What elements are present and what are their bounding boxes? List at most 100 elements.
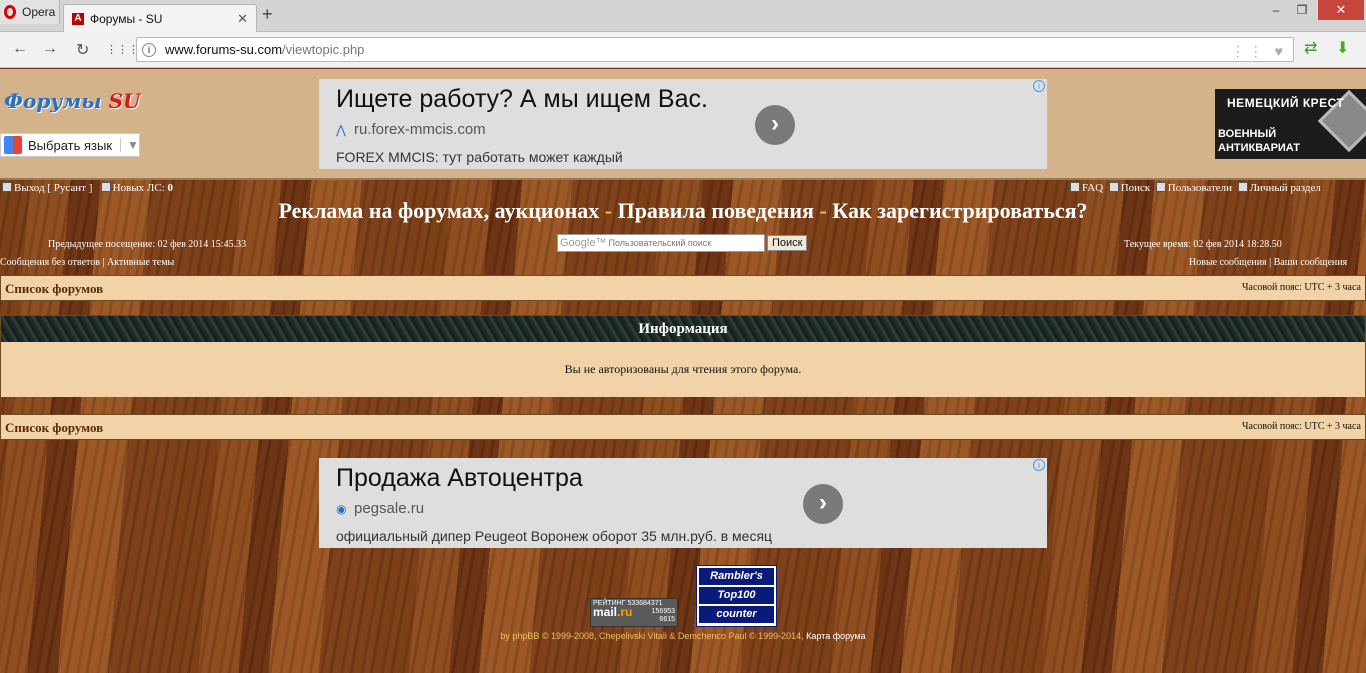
speed-dial-icon[interactable]: ⋮⋮⋮ (106, 43, 139, 56)
logo-text: Форумы (4, 89, 102, 113)
link-separator: | (1266, 257, 1274, 268)
active-topics-link[interactable]: Активные темы (107, 257, 174, 268)
opera-logo-icon (4, 5, 16, 19)
behavior-rules-link[interactable]: Правила поведения (618, 198, 814, 223)
new-pm-count: 0 (167, 182, 174, 194)
banner-iron-cross[interactable]: НЕМЕЦКИЙ КРЕСТ ВОЕННЫЙ АНТИКВАРИАТ (1215, 89, 1366, 159)
forum-title-bar: Реклама на форумах, аукционах - Правила … (0, 198, 1366, 224)
opera-menu-button[interactable]: Opera (0, 0, 60, 24)
site-header: Форумы SU Выбрать язык ▼ Ищете работу? А… (0, 69, 1366, 180)
forum-page: Форумы SU Выбрать язык ▼ Ищете работу? А… (0, 69, 1366, 673)
banner-line1: НЕМЕЦКИЙ КРЕСТ (1227, 96, 1345, 110)
forum-index-link[interactable]: Список форумов (5, 281, 103, 297)
translate-extension-icon[interactable]: ⇄ (1304, 38, 1324, 60)
ad-url-text: ru.forex-mmcis.com (354, 121, 486, 138)
post-links: Новые сообщения | Ваши сообщения (1189, 257, 1347, 268)
translate-language-button[interactable]: Выбрать язык ▼ (0, 133, 140, 157)
custom-search: Google™ Пользовательский поиск Поиск (557, 234, 808, 252)
mail-numbers: 156953 6615 (652, 608, 675, 624)
chevron-down-icon: ▼ (120, 138, 139, 152)
globe-icon: ◉ (336, 502, 347, 516)
new-posts-link[interactable]: Новые сообщения (1189, 257, 1267, 268)
opera-menu-label: Opera (22, 5, 56, 19)
site-info-icon[interactable]: i (142, 43, 156, 57)
rambler-line1: Rambler's (699, 568, 774, 585)
maximize-button[interactable]: ❐ (1290, 0, 1314, 20)
tab-title: Форумы - SU (90, 11, 163, 26)
forum-index-link[interactable]: Список форумов (5, 420, 103, 436)
search-button[interactable]: Поиск (767, 235, 808, 251)
ad-info-icon[interactable]: i (1033, 459, 1045, 471)
search-icon (1108, 182, 1119, 192)
google-logo: Google™ (560, 237, 607, 249)
user-links: Выход [ Русант ] Новых ЛС: 0 (2, 182, 173, 194)
site-favicon-icon: А (72, 12, 84, 25)
personal-link[interactable]: Личный раздел (1250, 182, 1321, 194)
close-window-button[interactable]: ✕ (1318, 0, 1364, 20)
browser-tab[interactable]: А Форумы - SU ✕ (63, 4, 257, 32)
info-heading: Информация (1, 316, 1365, 342)
mailru-counter[interactable]: РЕЙТИНГ 533684371 mail.ru 156953 6615 (590, 598, 678, 627)
search-link[interactable]: Поиск (1121, 182, 1151, 194)
ad-arrow-icon[interactable]: › (755, 105, 795, 145)
ads-rules-link[interactable]: Реклама на форумах, аукционах (279, 198, 600, 223)
search-input[interactable]: Google™ Пользовательский поиск (557, 234, 765, 252)
logo-su: SU (108, 89, 141, 113)
ad-url[interactable]: ⋀ ru.forex-mmcis.com (336, 121, 486, 138)
info-message: Вы не авторизованы для чтения этого фору… (1, 342, 1365, 397)
topic-links: Сообщения без ответов | Активные темы (0, 257, 174, 268)
title-separator: - (599, 198, 618, 223)
breadcrumb: Список форумов Часовой пояс: UTC + 3 час… (0, 414, 1366, 440)
url-field[interactable]: i www.forums-su.com/viewtopic.php ⋮⋮ ♥ (136, 37, 1294, 62)
new-pm-link[interactable]: Новых ЛС: (113, 182, 165, 194)
ad-arrow-icon[interactable]: › (803, 484, 843, 524)
logout-icon (2, 182, 12, 192)
ad-description: официальный дипер Peugeot Воронеж оборот… (336, 528, 773, 544)
ad-title[interactable]: Ищете работу? А мы ищем Вас. (336, 85, 708, 114)
forward-icon[interactable]: → (42, 40, 58, 58)
ad-banner-top[interactable]: Ищете работу? А мы ищем Вас. ⋀ ru.forex-m… (319, 79, 1047, 169)
bookmark-heart-icon[interactable]: ⋮⋮ ♥ (1231, 40, 1287, 63)
reload-icon[interactable]: ↻ (76, 40, 89, 60)
download-extension-icon[interactable]: ⬇ (1336, 38, 1356, 60)
ad-info-icon[interactable]: i (1033, 80, 1045, 92)
url-path: /viewtopic.php (282, 42, 365, 57)
mail-n1: 156953 (651, 608, 675, 615)
title-separator: - (813, 198, 833, 223)
how-to-register-link[interactable]: Как зарегистрироваться? (832, 198, 1087, 223)
faq-link[interactable]: FAQ (1082, 182, 1103, 194)
ad-description: FOREX MMCIS: тут работать может каждый (336, 149, 623, 165)
rambler-counter[interactable]: Rambler's Top100 counter (696, 565, 777, 627)
ad-banner-bottom[interactable]: Продажа Автоцентра ◉ pegsale.ru официальн… (319, 458, 1047, 548)
browser-tab-bar: Opera А Форумы - SU ✕ + – ❐ ✕ (0, 0, 1366, 32)
tab-close-icon[interactable]: ✕ (237, 11, 248, 27)
banner-line2-text: ВОЕННЫЙ (1218, 128, 1277, 140)
ad-title[interactable]: Продажа Автоцентра (336, 464, 583, 493)
users-link[interactable]: Пользователи (1168, 182, 1232, 194)
minimize-button[interactable]: – (1264, 0, 1288, 20)
ad-url-text: pegsale.ru (354, 500, 425, 517)
info-panel: Информация Вы не авторизованы для чтения… (0, 315, 1366, 397)
copyright: by phpBB © 1999-2008, Chepelivski Vitali… (500, 631, 804, 641)
banner-line2: ВОЕННЫЙ АНТИКВАРИАТ (1218, 127, 1300, 155)
pm-icon (100, 182, 111, 192)
breadcrumb: Список форумов Часовой пояс: UTC + 3 час… (0, 275, 1366, 301)
address-bar-row: ← → ↻ ⋮⋮⋮ i www.forums-su.com/viewtopic.… (0, 32, 1366, 68)
mail-n2: 6615 (659, 616, 675, 623)
timezone: Часовой пояс: UTC + 3 часа (1242, 282, 1361, 293)
previous-visit: Предыдущее посещение: 02 фев 2014 15:45.… (48, 239, 247, 250)
ad-url[interactable]: ◉ pegsale.ru (336, 500, 424, 517)
link-separator: | (99, 257, 107, 268)
rambler-line2: Top100 (699, 587, 774, 604)
back-icon[interactable]: ← (12, 40, 28, 58)
search-placeholder: Пользовательский поиск (608, 238, 712, 248)
forum-map-link[interactable]: Карта форума (806, 631, 866, 641)
your-posts-link[interactable]: Ваши сообщения (1274, 257, 1348, 268)
unanswered-link[interactable]: Сообщения без ответов (0, 257, 100, 268)
footer: by phpBB © 1999-2008, Chepelivski Vitali… (0, 631, 1366, 641)
site-logo[interactable]: Форумы SU (4, 89, 141, 113)
main-nav-links: FAQ Поиск Пользователи Личный раздел (1070, 182, 1321, 194)
google-translate-icon (4, 136, 22, 154)
new-tab-button[interactable]: + (262, 4, 273, 25)
logout-link[interactable]: Выход [ Русант ] (14, 182, 92, 194)
